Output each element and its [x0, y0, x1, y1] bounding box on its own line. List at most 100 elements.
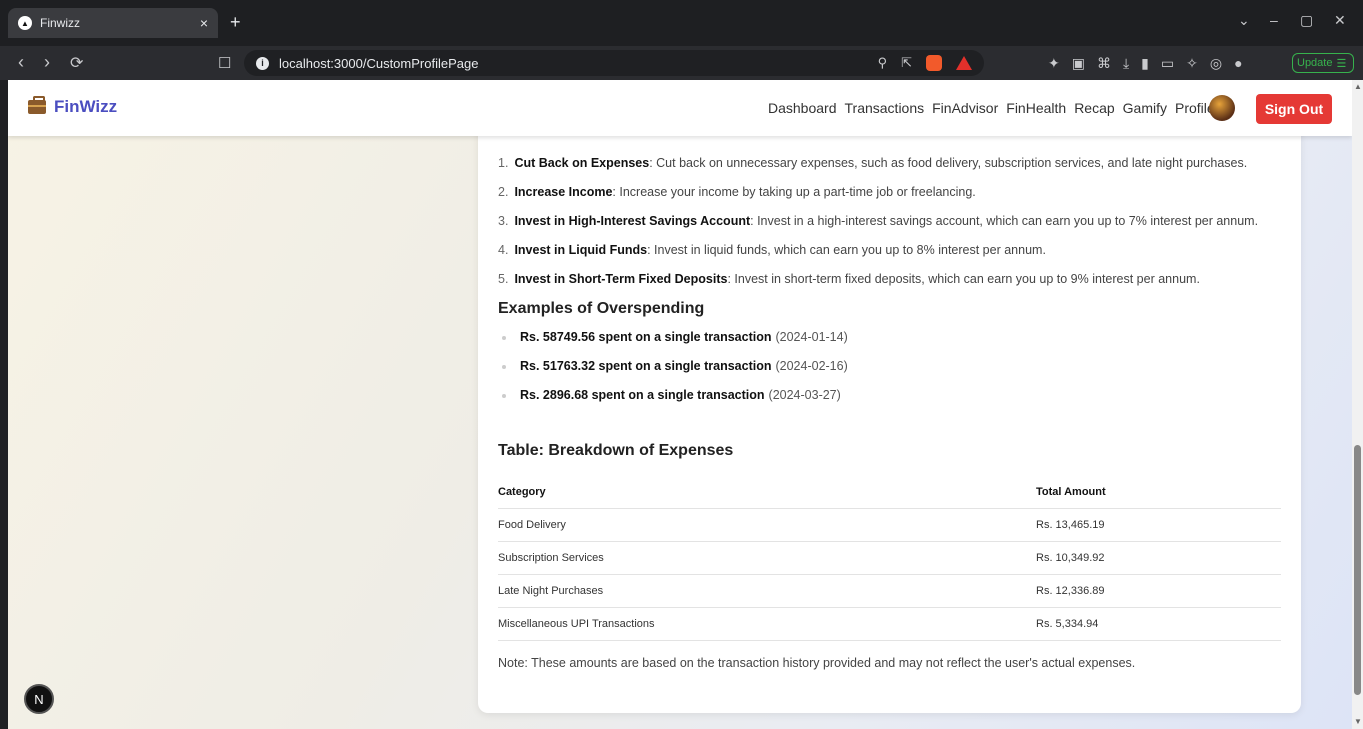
- overspending-list: Rs. 58749.56 spent on a single transacti…: [498, 330, 848, 417]
- tip-text: : Increase your income by taking up a pa…: [612, 185, 976, 199]
- bookmark-icon[interactable]: ☐: [218, 54, 231, 72]
- browser-toolbar: ‹ › ⟳ ☐ i localhost:3000/CustomProfilePa…: [0, 46, 1363, 80]
- page-viewport: 1. Cut Back on Expenses: Cut back on unne…: [8, 80, 1352, 729]
- tip-title: Cut Back on Expenses: [514, 156, 650, 170]
- overspending-heading: Examples of Overspending: [498, 300, 705, 317]
- list-item: 2. Increase Income: Increase your income …: [498, 185, 1258, 214]
- profile-extension-icon[interactable]: ●: [1234, 55, 1242, 72]
- tab-favicon-icon: ▲: [18, 16, 32, 30]
- nav-link-finadvisor[interactable]: FinAdvisor: [932, 100, 998, 116]
- scrollbar-thumb[interactable]: [1354, 445, 1361, 695]
- list-number: 4.: [498, 243, 509, 257]
- avatar[interactable]: [1209, 95, 1235, 121]
- table-cell: Rs. 13,465.19: [1036, 519, 1105, 531]
- zoom-icon[interactable]: ⚲: [878, 55, 888, 71]
- tip-title: Invest in Liquid Funds: [514, 243, 648, 257]
- wallet-icon[interactable]: ▭: [1161, 55, 1174, 72]
- savings-tips-list: 1. Cut Back on Expenses: Cut back on unne…: [498, 156, 1258, 301]
- extension-m-icon[interactable]: ▣: [1072, 55, 1085, 72]
- tip-text: : Invest in a high-interest savings acco…: [750, 214, 1259, 228]
- overspend-amount: Rs. 51763.32 spent on a single transacti…: [520, 359, 772, 373]
- bullet-icon: [502, 336, 506, 340]
- table-cell: Miscellaneous UPI Transactions: [498, 618, 655, 630]
- table-cell: Rs. 12,336.89: [1036, 585, 1105, 597]
- extensions-puzzle-icon[interactable]: ⌘: [1097, 55, 1111, 72]
- extensions-area: ✦ ▣ ⌘ ⤓ ▮ ▭ ✧ ◎ ●: [1048, 55, 1243, 72]
- list-item: 5. Invest in Short-Term Fixed Deposits: I…: [498, 272, 1258, 301]
- list-item: Rs. 2896.68 spent on a single transactio…: [498, 388, 848, 417]
- close-window-button[interactable]: ✕: [1334, 12, 1346, 29]
- overspend-amount: Rs. 58749.56 spent on a single transacti…: [520, 330, 772, 344]
- column-header: Total Amount: [1036, 486, 1106, 498]
- update-button[interactable]: Update ☰: [1292, 53, 1354, 73]
- url-text: localhost:3000/CustomProfilePage: [279, 55, 479, 71]
- menu-icon[interactable]: ☰: [1336, 57, 1346, 70]
- nextjs-dev-badge[interactable]: N: [24, 684, 54, 714]
- brand-logo[interactable]: FinWizz: [28, 96, 118, 117]
- nav-link-finhealth[interactable]: FinHealth: [1006, 100, 1066, 116]
- nav-links: Dashboard Transactions FinAdvisor FinHea…: [768, 100, 1215, 116]
- table-cell: Late Night Purchases: [498, 585, 604, 597]
- extension-fox-icon[interactable]: ✦: [1048, 55, 1060, 72]
- brave-rewards-icon[interactable]: [956, 56, 972, 70]
- tip-text: : Invest in liquid funds, which can earn…: [647, 243, 1046, 257]
- sidebar-icon[interactable]: ▮: [1141, 55, 1149, 72]
- tab-title: Finwizz: [40, 16, 81, 30]
- tip-title: Invest in Short-Term Fixed Deposits: [514, 272, 728, 286]
- minimize-button[interactable]: –: [1270, 12, 1278, 28]
- brand-name: FinWizz: [54, 97, 118, 116]
- nav-link-recap[interactable]: Recap: [1074, 100, 1114, 116]
- tip-title: Increase Income: [514, 185, 613, 199]
- share-icon[interactable]: ⇱: [901, 55, 912, 71]
- list-number: 5.: [498, 272, 509, 286]
- tip-text: : Invest in short-term fixed deposits, w…: [727, 272, 1200, 286]
- browser-tab[interactable]: ▲ Finwizz ×: [8, 8, 218, 38]
- tab-close-icon[interactable]: ×: [200, 15, 208, 31]
- scroll-down-icon[interactable]: ▼: [1354, 717, 1362, 726]
- table-header-row: Category Total Amount: [498, 476, 1281, 509]
- address-bar[interactable]: i localhost:3000/CustomProfilePage ⚲ ⇱: [244, 50, 984, 76]
- nav-link-dashboard[interactable]: Dashboard: [768, 100, 837, 116]
- tip-text: : Cut back on unnecessary expenses, such…: [649, 156, 1248, 170]
- sign-out-button[interactable]: Sign Out: [1256, 94, 1332, 124]
- advice-card: 1. Cut Back on Expenses: Cut back on unne…: [478, 80, 1301, 713]
- disclaimer-note: Note: These amounts are based on the tra…: [498, 656, 1136, 670]
- table-row: Subscription Services Rs. 10,349.92: [498, 542, 1281, 575]
- scroll-up-icon[interactable]: ▲: [1354, 82, 1362, 91]
- new-tab-button[interactable]: +: [230, 12, 241, 33]
- page-scrollbar[interactable]: ▲ ▼: [1352, 80, 1363, 729]
- restore-button[interactable]: ▢: [1300, 12, 1313, 29]
- nav-link-transactions[interactable]: Transactions: [845, 100, 925, 116]
- back-icon[interactable]: ‹: [18, 52, 24, 73]
- overspend-date: (2024-03-27): [768, 388, 841, 402]
- leo-icon[interactable]: ✧: [1186, 55, 1198, 72]
- list-item: 3. Invest in High-Interest Savings Accoun…: [498, 214, 1258, 243]
- table-row: Miscellaneous UPI Transactions Rs. 5,334…: [498, 608, 1281, 641]
- downloads-icon[interactable]: ⤓: [1123, 55, 1129, 72]
- table-cell: Rs. 5,334.94: [1036, 618, 1099, 630]
- overspend-date: (2024-02-16): [775, 359, 848, 373]
- reload-icon[interactable]: ⟳: [70, 53, 83, 73]
- update-label: Update: [1297, 57, 1333, 69]
- table-row: Food Delivery Rs. 13,465.19: [498, 509, 1281, 542]
- table-cell: Subscription Services: [498, 552, 604, 564]
- forward-icon[interactable]: ›: [44, 52, 50, 73]
- overspend-date: (2024-01-14): [775, 330, 848, 344]
- expenses-table: Category Total Amount Food Delivery Rs. …: [498, 476, 1281, 641]
- brave-shield-icon[interactable]: [926, 55, 942, 71]
- nav-link-gamify[interactable]: Gamify: [1123, 100, 1167, 116]
- table-cell: Food Delivery: [498, 519, 566, 531]
- list-number: 1.: [498, 156, 509, 170]
- bullet-icon: [502, 365, 506, 369]
- column-header: Category: [498, 486, 546, 498]
- bullet-icon: [502, 394, 506, 398]
- overspend-amount: Rs. 2896.68 spent on a single transactio…: [520, 388, 765, 402]
- list-item: 1. Cut Back on Expenses: Cut back on unne…: [498, 156, 1258, 185]
- list-item: 4. Invest in Liquid Funds: Invest in liqu…: [498, 243, 1258, 272]
- list-number: 3.: [498, 214, 509, 228]
- vpn-icon[interactable]: ◎: [1210, 55, 1222, 72]
- tab-search-icon[interactable]: ⌄: [1238, 12, 1250, 29]
- list-item: Rs. 58749.56 spent on a single transacti…: [498, 330, 848, 359]
- site-info-icon[interactable]: i: [256, 56, 269, 70]
- list-number: 2.: [498, 185, 509, 199]
